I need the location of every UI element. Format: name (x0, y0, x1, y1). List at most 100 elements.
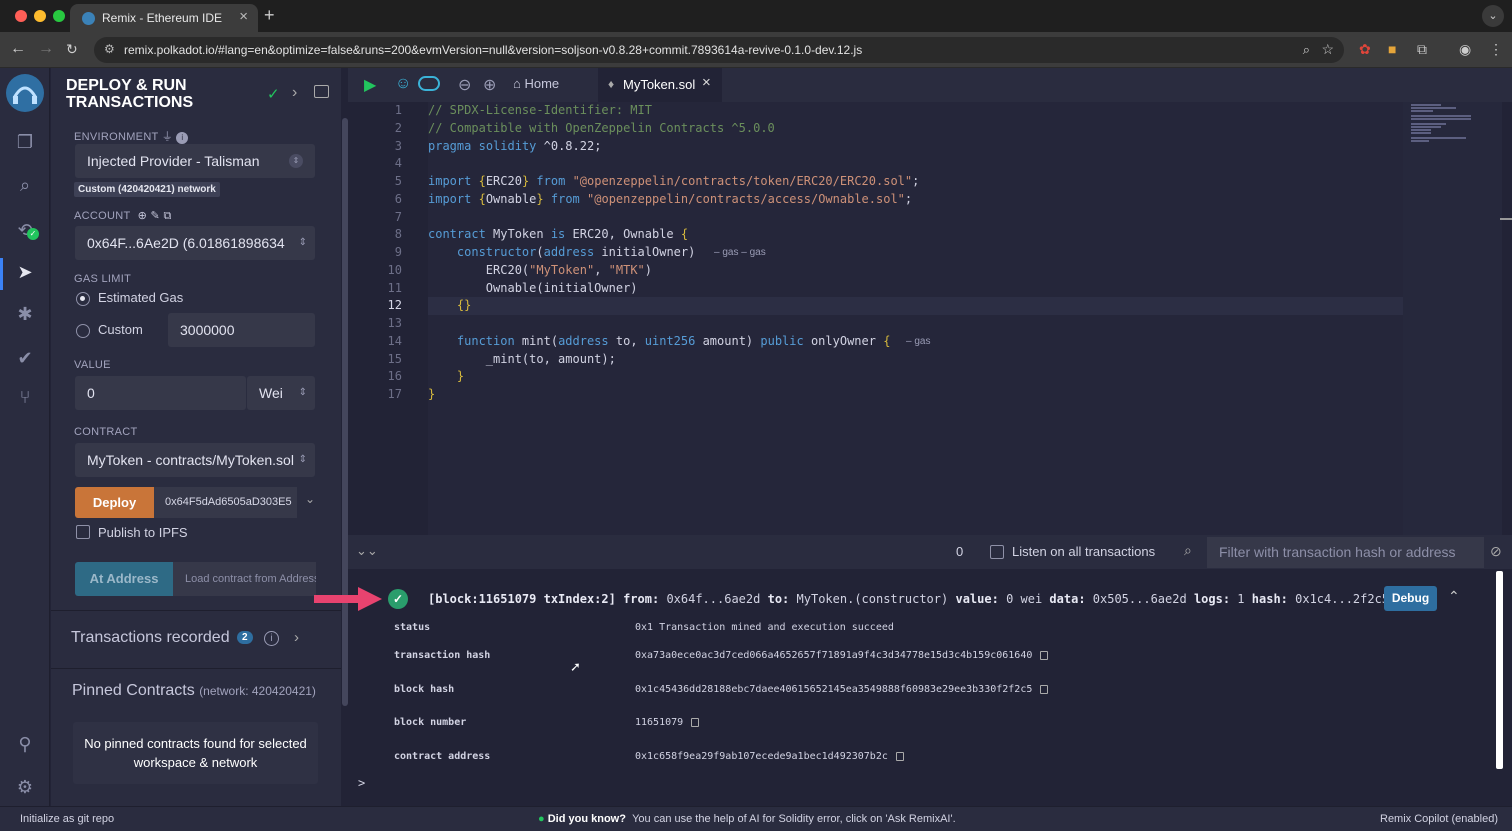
line-number[interactable]: 6 (372, 192, 402, 206)
code-editor[interactable]: // SPDX-License-Identifier: MIT // Compat… (428, 102, 1403, 535)
custom-gas-radio[interactable] (76, 324, 90, 338)
deploy-button[interactable]: Deploy (75, 487, 154, 518)
line-number[interactable]: 11 (372, 281, 402, 295)
terminal-prompt[interactable]: > (358, 776, 365, 790)
close-tab-icon[interactable]: × (239, 8, 248, 25)
forward-icon[interactable]: → (38, 40, 54, 58)
extension-ladybug-icon[interactable]: ✿ (1359, 41, 1371, 58)
value-unit-select[interactable]: Wei ⇕ (247, 376, 315, 410)
maximize-window-button[interactable] (53, 10, 65, 22)
line-number[interactable]: 12 (372, 298, 402, 312)
address-bar[interactable]: ⚙ remix.polkadot.io/#lang=en&optimize=fa… (94, 37, 1344, 63)
copy-icon[interactable] (1040, 650, 1049, 660)
minimize-window-button[interactable] (34, 10, 46, 22)
transactions-recorded-label[interactable]: Transactions recorded (71, 629, 230, 647)
copy-icon[interactable] (1040, 684, 1049, 694)
gas-limit-input[interactable]: 3000000 (168, 313, 315, 347)
profile-icon[interactable]: ◉ (1459, 41, 1471, 58)
line-number[interactable]: 7 (372, 210, 402, 224)
bookmark-star-icon[interactable]: ☆ (1321, 41, 1334, 58)
line-number[interactable]: 13 (372, 316, 402, 330)
copy-account-icon[interactable]: ⧉ (163, 210, 171, 222)
clear-console-icon[interactable]: ⊘ (1490, 543, 1502, 560)
terminal-scrollbar[interactable] (1496, 571, 1503, 769)
value-input[interactable]: 0 (75, 376, 246, 410)
debugger-icon[interactable]: ✱ (13, 302, 37, 326)
line-number[interactable]: 16 (372, 369, 402, 383)
git-icon[interactable]: ⑂ (13, 385, 37, 409)
extensions-puzzle-icon[interactable]: ⧉ (1417, 41, 1427, 58)
extension-talisman-icon[interactable]: ■ (1388, 41, 1396, 57)
code-minimap[interactable] (1403, 102, 1502, 535)
add-account-icon[interactable]: ⊕ (138, 210, 148, 222)
reload-icon[interactable]: ↻ (66, 41, 78, 58)
account-select[interactable]: 0x64F...6Ae2D (6.01861898634 ⇕ (75, 226, 315, 260)
transaction-filter-input[interactable]: Filter with transaction hash or address (1207, 537, 1484, 568)
zoom-icon[interactable]: ⌕ (1303, 42, 1310, 58)
tab-search-icon[interactable]: ⌄ (1482, 5, 1504, 27)
listen-all-checkbox[interactable] (990, 545, 1004, 559)
file-explorer-icon[interactable]: ❐ (13, 130, 37, 154)
tx-summary[interactable]: [block:11651079 txIndex:2] from: 0x64f..… (428, 592, 1389, 606)
tab-home[interactable]: ⌂ Home (513, 76, 559, 91)
close-tab-icon[interactable]: × (702, 74, 711, 91)
collapse-tx-icon[interactable]: ⌃ (1448, 588, 1460, 605)
remix-ai-icon[interactable]: ☺ (395, 75, 411, 93)
line-number[interactable]: 15 (372, 352, 402, 366)
line-number[interactable]: 8 (372, 227, 402, 241)
estimated-gas-radio[interactable] (76, 292, 90, 306)
back-icon[interactable]: ← (10, 40, 26, 58)
new-tab-icon[interactable]: + (264, 5, 275, 26)
line-number[interactable]: 1 (372, 103, 402, 117)
site-info-icon[interactable]: ⚙ (104, 42, 115, 56)
plugin-manager-icon[interactable]: ⚲ (13, 732, 37, 756)
deploy-args-input[interactable]: 0x64F5dAd6505aD303E5 (154, 487, 297, 518)
sign-message-icon[interactable]: ✎ (151, 210, 161, 222)
collapse-terminal-icon[interactable]: ⌄⌄ (356, 543, 378, 559)
run-script-icon[interactable]: ▶ (364, 75, 376, 95)
solidity-compiler-icon[interactable]: ⟲ ✓ (13, 218, 39, 242)
environment-select[interactable]: Injected Provider - Talisman ⇕ (75, 144, 315, 178)
solidity-unit-testing-icon[interactable]: ✔ (13, 346, 37, 370)
line-number[interactable]: 5 (372, 174, 402, 188)
close-window-button[interactable] (15, 10, 27, 22)
at-address-button[interactable]: At Address (75, 562, 173, 596)
editor-scrollbar[interactable] (1500, 218, 1512, 220)
line-number[interactable]: 17 (372, 387, 402, 401)
browser-menu-icon[interactable]: ⋮ (1489, 41, 1503, 58)
info-icon[interactable]: i (264, 631, 279, 646)
copy-icon[interactable] (691, 717, 700, 727)
address-url[interactable]: remix.polkadot.io/#lang=en&optimize=fals… (124, 43, 862, 57)
chevron-right-icon[interactable]: › (292, 84, 297, 102)
search-icon[interactable]: ⌕ (13, 173, 37, 197)
line-number[interactable]: 10 (372, 263, 402, 277)
dock-panel-icon[interactable] (314, 85, 329, 98)
line-number[interactable]: 9 (372, 245, 402, 259)
browser-tab[interactable]: Remix - Ethereum IDE × (70, 4, 258, 32)
tab-mytoken-sol[interactable]: ♦ MyToken.sol × (598, 68, 722, 102)
debug-button[interactable]: Debug (1384, 586, 1437, 611)
select-arrows-icon: ⇕ (298, 237, 307, 248)
line-number[interactable]: 2 (372, 121, 402, 135)
publish-ipfs-checkbox[interactable] (76, 525, 90, 539)
tx-from: 0x64f...6ae2d (666, 592, 761, 606)
contract-select[interactable]: MyToken - contracts/MyToken.sol ⇕ (75, 443, 315, 477)
copy-icon[interactable] (895, 751, 904, 761)
select-arrows-icon: ⇕ (298, 454, 307, 465)
line-number[interactable]: 4 (372, 156, 402, 170)
deploy-run-icon[interactable]: ➤ (13, 260, 37, 284)
info-icon[interactable]: i (176, 132, 189, 144)
settings-gear-icon[interactable]: ⚙ (13, 775, 37, 799)
ai-toggle-icon[interactable] (418, 76, 440, 91)
at-address-input[interactable]: Load contract from Address (173, 562, 316, 596)
line-number[interactable]: 14 (372, 334, 402, 348)
remix-copilot-status[interactable]: Remix Copilot (enabled) (1380, 813, 1498, 825)
remix-logo-icon[interactable] (6, 74, 44, 112)
tx-hash: 0x1c4...2f2c5 (1295, 592, 1390, 606)
line-number[interactable]: 3 (372, 139, 402, 153)
zoom-in-icon[interactable]: ⊕ (483, 75, 496, 95)
zoom-out-icon[interactable]: ⊖ (458, 75, 471, 95)
chevron-down-icon[interactable]: ⌄ (305, 492, 315, 506)
init-git-repo-link[interactable]: Initialize as git repo (20, 813, 114, 825)
chevron-right-icon[interactable]: › (294, 629, 299, 646)
